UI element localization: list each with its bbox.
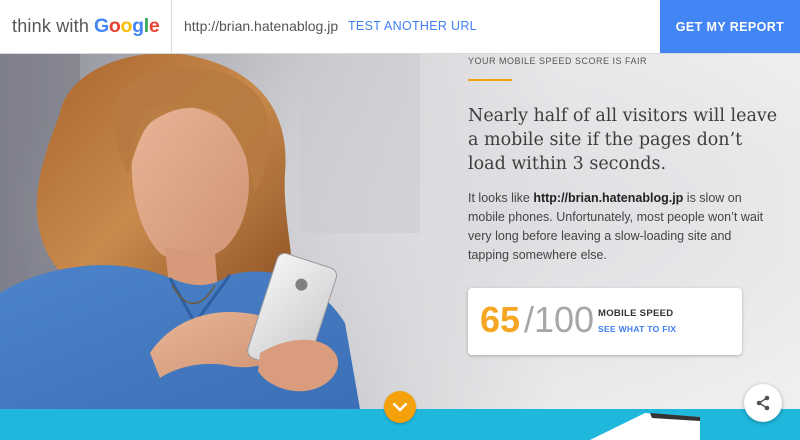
get-my-report-button[interactable]: GET MY REPORT	[660, 0, 800, 53]
score-value: 65	[480, 299, 521, 340]
accent-divider	[468, 79, 512, 81]
chevron-down-icon	[393, 402, 407, 411]
share-icon	[756, 395, 770, 411]
top-header: think with Google http://brian.hatenablo…	[0, 0, 800, 54]
see-what-to-fix-link[interactable]: SEE WHAT TO FIX	[598, 324, 676, 334]
test-another-url-link[interactable]: TEST ANOTHER URL	[348, 19, 477, 33]
score-max: /100	[524, 299, 595, 340]
metric-label: MOBILE SPEED	[598, 308, 674, 319]
score-status-label: YOUR MOBILE SPEED SCORE IS FAIR	[468, 56, 648, 66]
scroll-down-button[interactable]	[384, 391, 416, 423]
description-url: http://brian.hatenablog.jp	[533, 191, 684, 205]
logo-prefix: think with	[12, 16, 90, 36]
headline: Nearly half of all visitors will leave a…	[468, 106, 778, 174]
hero-section: YOUR MOBILE SPEED SCORE IS FAIR Nearly h…	[0, 53, 800, 409]
share-button[interactable]	[744, 384, 782, 422]
score-card: 65 /100 MOBILE SPEED SEE WHAT TO FIX	[468, 288, 742, 355]
think-with-google-logo[interactable]: think with Google	[0, 0, 172, 53]
tested-url: http://brian.hatenablog.jp	[184, 18, 339, 34]
google-wordmark: Google	[94, 15, 160, 37]
description: It looks like http://brian.hatenablog.jp…	[468, 191, 764, 262]
